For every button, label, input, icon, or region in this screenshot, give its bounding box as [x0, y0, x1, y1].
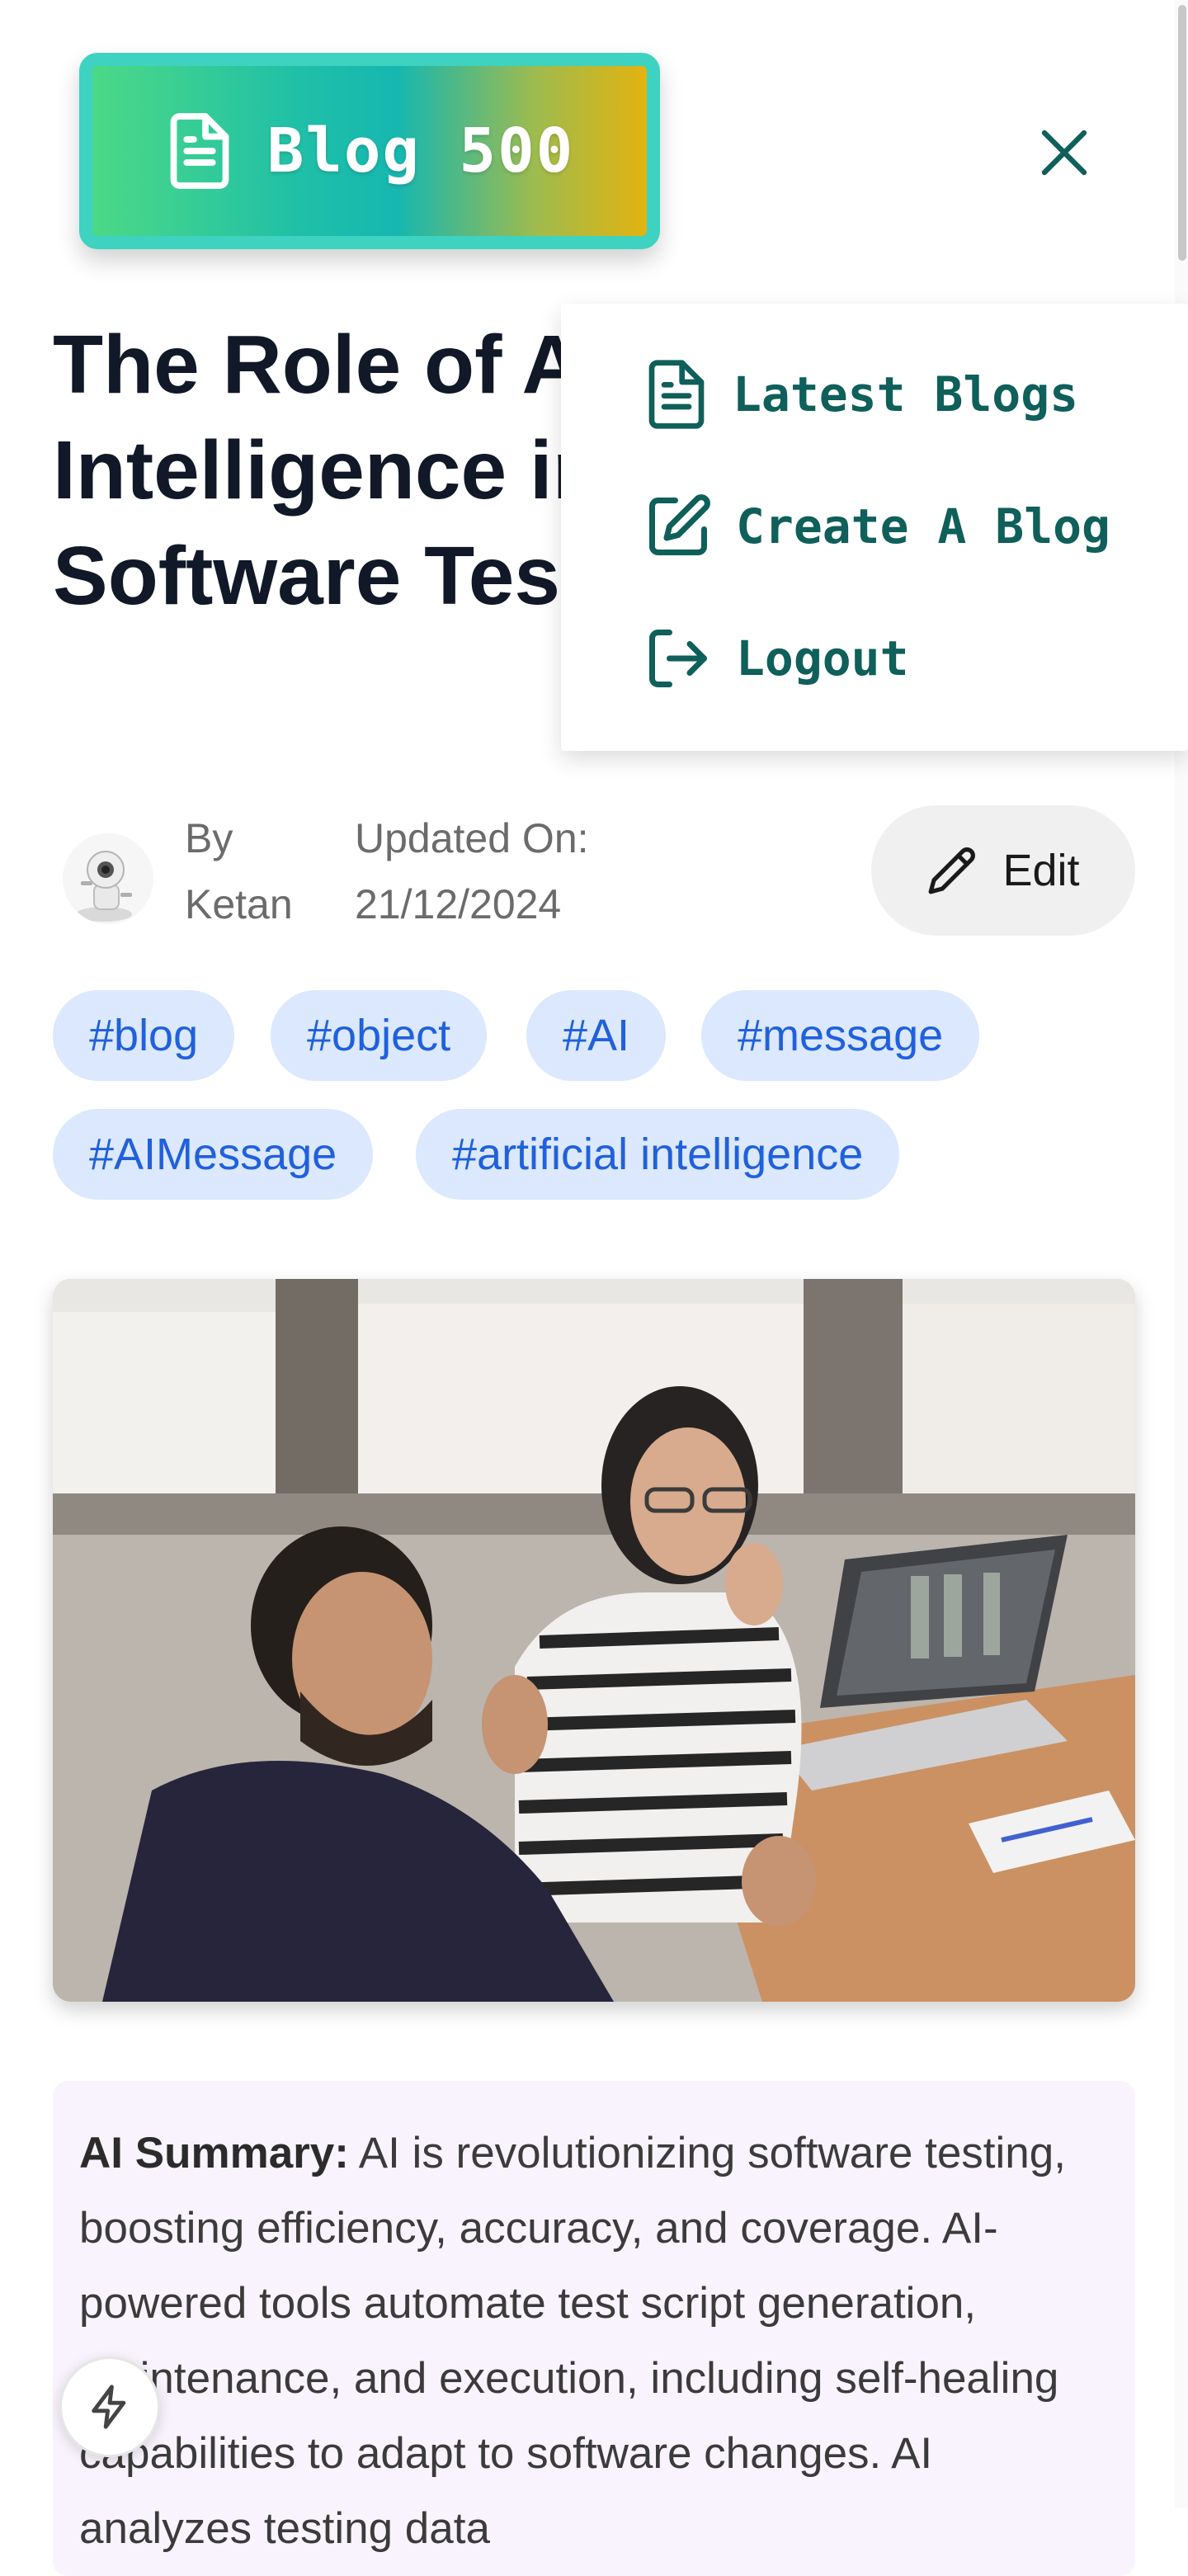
author-name[interactable]: Ketan [185, 871, 293, 937]
ai-summary-body: AI is revolutionizing software testing, … [79, 2129, 1066, 2553]
menu-label: Create A Blog [736, 498, 1110, 554]
pencil-icon [929, 847, 976, 894]
document-icon [165, 110, 234, 192]
tag-blog[interactable]: #blog [53, 990, 235, 1081]
author-prefix: By [185, 815, 233, 861]
nav-dropdown-menu: Latest Blogs Create A Blog Logout [561, 304, 1188, 751]
tag-ai[interactable]: #AI [526, 990, 667, 1081]
document-icon [648, 360, 705, 429]
author-info: By Ketan [185, 805, 293, 937]
lightning-bolt-icon [92, 2385, 126, 2429]
blog-cover-image [53, 1279, 1135, 2002]
updated-label: Updated On: [355, 815, 589, 861]
menu-item-latest-blogs[interactable]: Latest Blogs [644, 353, 1078, 436]
menu-label: Latest Blogs [733, 366, 1079, 422]
tag-artificial-intelligence[interactable]: #artificial intelligence [416, 1109, 900, 1200]
scrollbar-thumb[interactable] [1178, 5, 1186, 261]
tag-message[interactable]: #message [701, 990, 980, 1081]
close-icon [1041, 130, 1087, 176]
tag-aimessage[interactable]: #AIMessage [53, 1109, 374, 1200]
ai-summary-text: AI Summary: AI is revolutionizing softwa… [79, 2116, 1109, 2566]
quick-action-button[interactable] [59, 2357, 160, 2457]
logout-icon [649, 630, 707, 687]
updated-date: 21/12/2024 [355, 881, 562, 927]
close-menu-button[interactable] [1031, 120, 1097, 186]
author-avatar [63, 833, 153, 924]
ai-summary-box: AI Summary: AI is revolutionizing softwa… [53, 2081, 1135, 2576]
menu-item-create-blog[interactable]: Create A Blog [644, 485, 1110, 568]
logo-text: Blog 500 [266, 116, 575, 186]
ai-summary-label: AI Summary: [79, 2129, 349, 2177]
tag-object[interactable]: #object [271, 990, 488, 1081]
edit-button[interactable]: Edit [871, 805, 1135, 936]
updated-info: Updated On: 21/12/2024 [355, 805, 589, 937]
edit-square-icon [649, 494, 710, 555]
menu-label: Logout [736, 630, 909, 686]
menu-item-logout[interactable]: Logout [644, 617, 909, 700]
edit-label: Edit [1002, 846, 1080, 895]
blog-logo[interactable]: Blog 500 [79, 53, 660, 249]
